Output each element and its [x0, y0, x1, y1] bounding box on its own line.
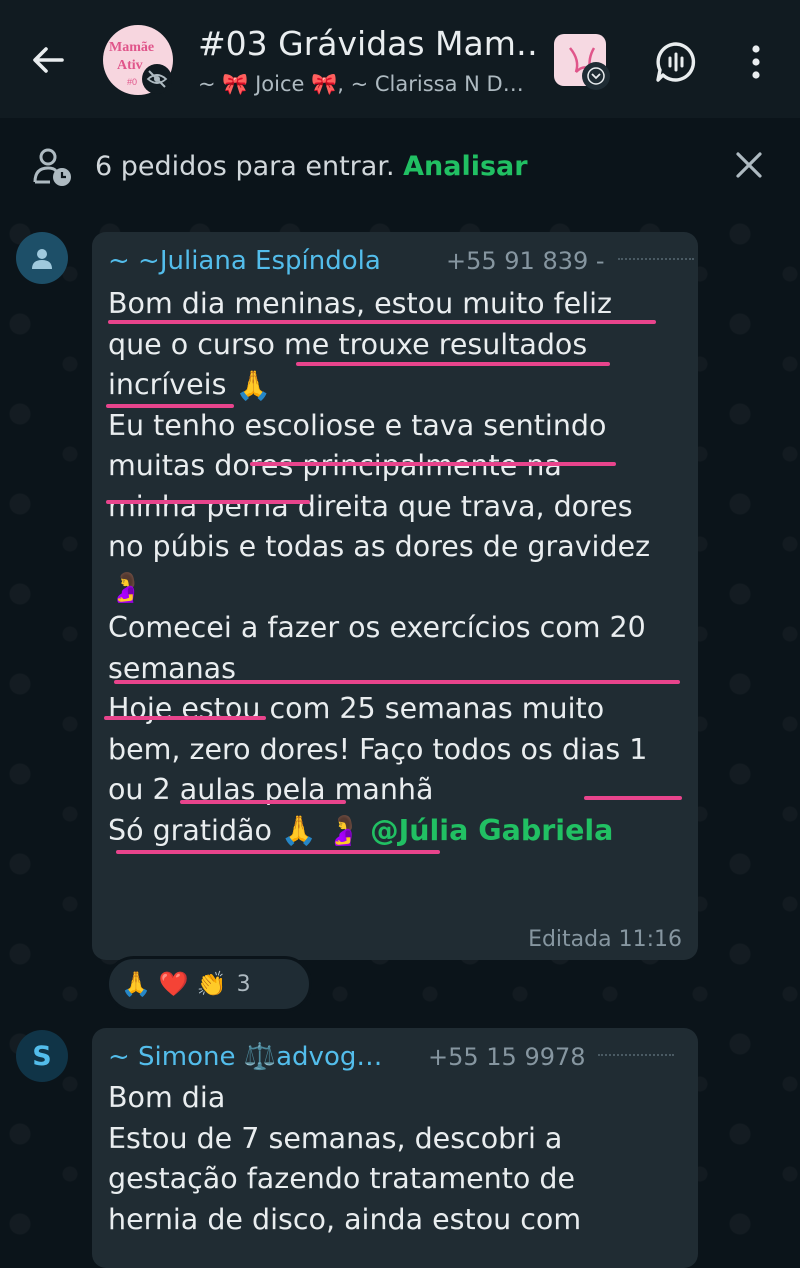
- reaction-heart: ❤️: [158, 970, 189, 998]
- close-icon[interactable]: [732, 148, 766, 182]
- message-line: incríveis: [108, 368, 227, 401]
- message-line: muitas dores principalmente na: [108, 449, 562, 482]
- reaction-clapping-hands: 👏: [196, 970, 227, 998]
- sender-phone: +55 91 839 -: [446, 247, 605, 275]
- message-reactions[interactable]: 🙏 ❤️ 👏 3: [106, 956, 312, 1012]
- join-requests-count: 6 pedidos para entrar.: [95, 151, 404, 182]
- underline-mark: [296, 362, 610, 366]
- voice-chat-icon[interactable]: [654, 40, 698, 84]
- underline-mark: [114, 680, 680, 684]
- group-avatar-text: Ativ: [117, 58, 143, 73]
- message-text: Bom dia Estou de 7 semanas, descobri a g…: [108, 1078, 693, 1240]
- message-text: Bom dia meninas, estou muito feliz que o…: [108, 284, 693, 851]
- pregnant-person-emoji: 🤰: [325, 814, 362, 848]
- back-arrow-icon[interactable]: [28, 40, 68, 80]
- join-requests-text: 6 pedidos para entrar. Analisar: [95, 150, 528, 184]
- message-line: hernia de disco, ainda estou com: [108, 1202, 582, 1236]
- sender-name[interactable]: ~ ~Juliana Espíndola: [108, 244, 381, 278]
- message-line: Estou de 7 semanas, descobri a: [108, 1121, 563, 1155]
- praying-hands-emoji: 🙏: [235, 368, 272, 402]
- underline-mark: [180, 800, 346, 804]
- sender-avatar[interactable]: [16, 232, 68, 284]
- group-avatar-text: #0: [127, 77, 138, 87]
- underline-mark: [116, 850, 440, 854]
- message-line: bem, zero dores! Faço todos os dias 1: [108, 732, 648, 766]
- message-line: Só gratidão: [108, 813, 272, 847]
- underline-mark: [104, 716, 266, 720]
- redacted-digits: [618, 258, 694, 268]
- underline-mark: [106, 500, 310, 504]
- message-line: gestação fazendo tratamento de: [108, 1162, 576, 1195]
- avatar-initial: S: [32, 1040, 52, 1072]
- underline-mark: [108, 320, 656, 324]
- underline-mark: [584, 796, 682, 800]
- sender-phone: +55 15 9978: [428, 1043, 586, 1071]
- sender-avatar[interactable]: S: [16, 1030, 68, 1082]
- message-bubble[interactable]: ~ Simone ⚖️advog… +55 15 9978 Bom dia Es…: [92, 1028, 698, 1268]
- message-line: Bom dia meninas, estou muito feliz: [108, 287, 613, 320]
- message-line: no púbis e todas as dores de gravidez: [108, 530, 651, 563]
- message-line: minha perna direita que trava, dores: [108, 489, 633, 523]
- message-line: ou 2 aulas pela manhã: [108, 773, 434, 806]
- reaction-count: 3: [236, 971, 251, 997]
- review-requests-link[interactable]: Analisar: [403, 151, 527, 182]
- message-line: Eu tenho escoliose e tava sentindo: [108, 408, 607, 442]
- chat-title[interactable]: #03 Grávidas Mam…: [198, 24, 538, 64]
- chevron-down-icon[interactable]: [582, 62, 610, 90]
- message-line: que o curso me trouxe resultados: [108, 327, 588, 361]
- redacted-digits: [598, 1054, 674, 1064]
- underline-mark: [106, 404, 234, 408]
- chat-header: Mamãe Ativ #0 #03 Grávidas Mam… ~ 🎀 Joic…: [0, 0, 800, 118]
- message-line: Hoje estou com 25 semanas muito: [108, 692, 605, 725]
- mention-link[interactable]: @Júlia Gabriela: [370, 814, 613, 847]
- pregnant-person-emoji: 🤰: [108, 571, 144, 605]
- chat-participants[interactable]: ~ 🎀 Joice 🎀, ~ Clarissa N D…: [198, 70, 538, 98]
- group-avatar-text: Mamãe: [109, 40, 155, 55]
- message-line: Comecei a fazer os exercícios com 20: [108, 611, 646, 644]
- person-clock-icon: [33, 148, 71, 186]
- message-timestamp: Editada 11:16: [528, 927, 682, 952]
- praying-hands-emoji: 🙏: [281, 814, 317, 848]
- eye-off-icon: [142, 64, 172, 94]
- sender-name[interactable]: ~ Simone ⚖️advog…: [108, 1040, 382, 1074]
- person-icon: [32, 249, 52, 269]
- reaction-praying-hands: 🙏: [121, 970, 151, 998]
- message-line: Bom dia: [108, 1081, 226, 1114]
- underline-mark: [250, 462, 616, 466]
- more-options-icon[interactable]: [744, 40, 768, 84]
